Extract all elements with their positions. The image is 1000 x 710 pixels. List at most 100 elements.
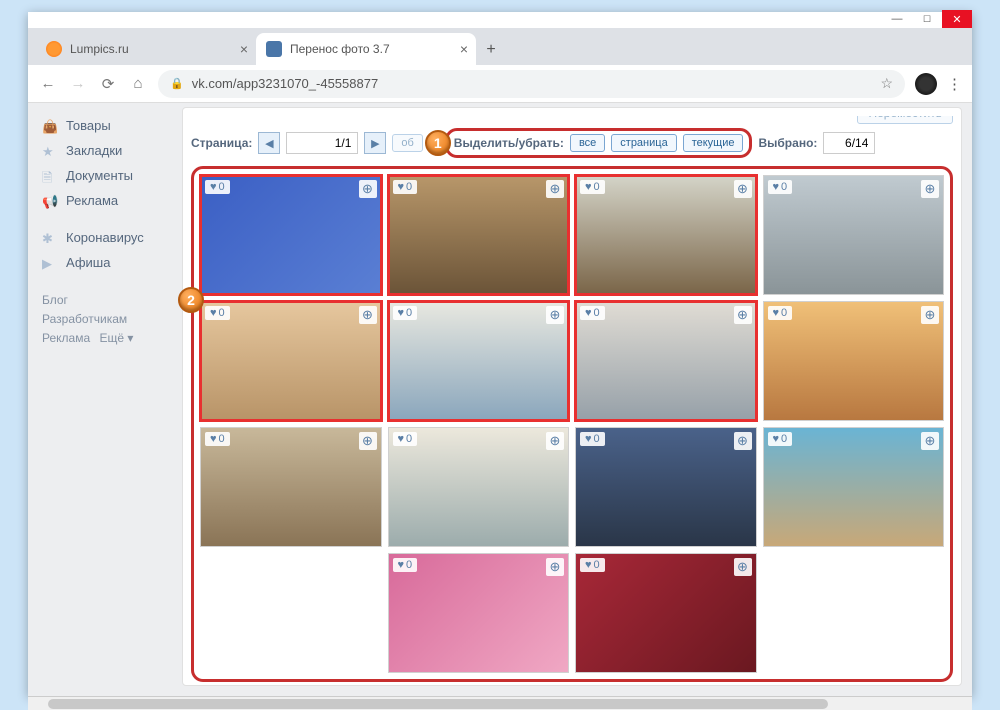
nav-forward-icon[interactable]: → [68,75,88,92]
footer-link[interactable]: Блог [42,293,68,307]
zoom-icon[interactable]: ⊕ [359,306,377,324]
page-content: 👜Товары ★Закладки 🗎Документы 📢 Реклама ✱К… [28,103,972,696]
heart-icon: ♥ [398,181,405,193]
zoom-icon[interactable]: ⊕ [734,432,752,450]
horn-icon: 📢 [42,194,56,208]
photo-thumb[interactable]: ♥0 ⊕ [388,175,570,295]
photo-likes[interactable]: ♥0 [580,306,605,320]
photo-thumb[interactable]: ♥0 ⊕ [575,553,757,673]
profile-avatar[interactable] [915,73,937,95]
sidebar-footer: Блог Разработчикам Реклама Ещё ▾ [34,283,172,357]
heart-icon: ♥ [210,181,217,193]
zoom-icon[interactable]: ⊕ [359,432,377,450]
photo-thumb[interactable]: ♥0 ⊕ [763,427,945,547]
window-close-button[interactable]: ✕ [942,10,972,28]
url-input[interactable]: 🔒 vk.com/app3231070_-45558877 ☆ [158,70,905,98]
zoom-icon[interactable]: ⊕ [734,180,752,198]
photo-thumb[interactable]: ♥0 ⊕ [575,427,757,547]
tab-close-icon[interactable]: × [460,41,468,57]
select-current-button[interactable]: текущие [683,134,744,152]
tab-title: Lumpics.ru [70,42,129,56]
likes-count: 0 [406,559,412,571]
zoom-icon[interactable]: ⊕ [734,558,752,576]
photo-thumb[interactable]: ♥0 ⊕ [200,175,382,295]
photo-likes[interactable]: ♥0 [768,306,793,320]
photo-grid: ♥0 ⊕ ♥0 ⊕ ♥0 ⊕ ♥0 ⊕ ♥0 ⊕ ♥0 ⊕ ♥0 ⊕ ♥0 ⊕ … [200,175,944,547]
photo-thumb[interactable]: ♥0 ⊕ [388,301,570,421]
photo-thumb[interactable]: ♥0 ⊕ [575,301,757,421]
photo-thumb[interactable]: ♥0 ⊕ [200,427,382,547]
heart-icon: ♥ [585,433,592,445]
photo-thumb[interactable]: ♥0 ⊕ [575,175,757,295]
photo-likes[interactable]: ♥0 [393,558,418,572]
sidebar-item-documents[interactable]: 🗎Документы [34,163,172,188]
sidebar-item-afisha[interactable]: ▶Афиша [34,250,172,275]
nav-reload-icon[interactable]: ⟳ [98,75,118,93]
hidden-button[interactable]: об [392,134,422,152]
photo-thumb[interactable]: ♥0 ⊕ [388,427,570,547]
sidebar-item-covid[interactable]: ✱Коронавирус [34,225,172,250]
sidebar-item-label: Реклама [66,193,118,208]
photo-likes[interactable]: ♥0 [205,432,230,446]
footer-link[interactable]: Реклама [42,331,90,345]
annotation-callout-2: 2 ♥0 ⊕ ♥0 ⊕ ♥0 ⊕ ♥0 ⊕ ♥0 ⊕ ♥0 ⊕ ♥0 ⊕ ♥0 … [191,166,953,682]
zoom-icon[interactable]: ⊕ [734,306,752,324]
photo-likes[interactable]: ♥0 [768,432,793,446]
bookmark-star-icon[interactable]: ☆ [880,75,893,92]
photo-likes[interactable]: ♥0 [768,180,793,194]
photo-likes[interactable]: ♥0 [205,306,230,320]
nav-back-icon[interactable]: ← [38,75,58,92]
zoom-icon[interactable]: ⊕ [921,306,939,324]
photo-likes[interactable]: ♥0 [393,306,418,320]
annotation-marker-1: 1 [425,130,451,156]
photo-thumb[interactable]: ♥0 ⊕ [388,553,570,673]
footer-link[interactable]: Разработчикам [42,312,127,326]
window-maximize-button[interactable]: ☐ [912,10,942,28]
select-all-button[interactable]: все [570,134,605,152]
photo-thumb[interactable]: ♥0 ⊕ [763,175,945,295]
selected-label: Выбрано: [758,136,817,150]
nav-home-icon[interactable]: ⌂ [128,75,148,92]
photo-likes[interactable]: ♥0 [393,432,418,446]
footer-link[interactable]: Ещё ▾ [99,331,133,345]
photo-likes[interactable]: ♥0 [205,180,230,194]
move-button[interactable]: Переместить [857,116,953,124]
photo-thumb[interactable]: ♥0 ⊕ [200,301,382,421]
tab-close-icon[interactable]: × [240,41,248,57]
page-prev-button[interactable]: ◀ [258,132,280,154]
page-input[interactable] [286,132,358,154]
zoom-icon[interactable]: ⊕ [921,180,939,198]
sidebar-item-bookmarks[interactable]: ★Закладки [34,138,172,163]
browser-tab[interactable]: Lumpics.ru × [36,33,256,65]
new-tab-button[interactable]: + [476,35,506,65]
photo-likes[interactable]: ♥0 [580,558,605,572]
zoom-icon[interactable]: ⊕ [921,432,939,450]
photo-likes[interactable]: ♥0 [580,432,605,446]
sidebar-item-goods[interactable]: 👜Товары [34,113,172,138]
likes-count: 0 [594,559,600,571]
zoom-icon[interactable]: ⊕ [359,180,377,198]
window-minimize-button[interactable]: — [882,10,912,28]
page-next-button[interactable]: ▶ [364,132,386,154]
sidebar-item-label: Афиша [66,255,110,270]
zoom-icon[interactable]: ⊕ [546,432,564,450]
favicon-icon [46,41,62,57]
app-toolbar: Страница: ◀ ▶ об 1 Выделить/убрать: все … [191,128,953,158]
horizontal-scrollbar[interactable] [28,696,972,710]
zoom-icon[interactable]: ⊕ [546,180,564,198]
zoom-icon[interactable]: ⊕ [546,306,564,324]
likes-count: 0 [406,307,412,319]
photo-thumb[interactable]: ♥0 ⊕ [763,301,945,421]
photo-likes[interactable]: ♥0 [393,180,418,194]
sidebar-item-ads[interactable]: 📢 Реклама [34,188,172,213]
browser-tab-active[interactable]: Перенос фото 3.7 × [256,33,476,65]
heart-icon: ♥ [398,559,405,571]
scrollbar-thumb[interactable] [48,699,828,709]
zoom-icon[interactable]: ⊕ [546,558,564,576]
select-page-button[interactable]: страница [611,134,676,152]
vk-sidebar: 👜Товары ★Закладки 🗎Документы 📢 Реклама ✱К… [28,103,178,696]
browser-menu-icon[interactable]: ⋮ [947,75,962,93]
heart-icon: ♥ [585,559,592,571]
photo-likes[interactable]: ♥0 [580,180,605,194]
heart-icon: ♥ [210,433,217,445]
